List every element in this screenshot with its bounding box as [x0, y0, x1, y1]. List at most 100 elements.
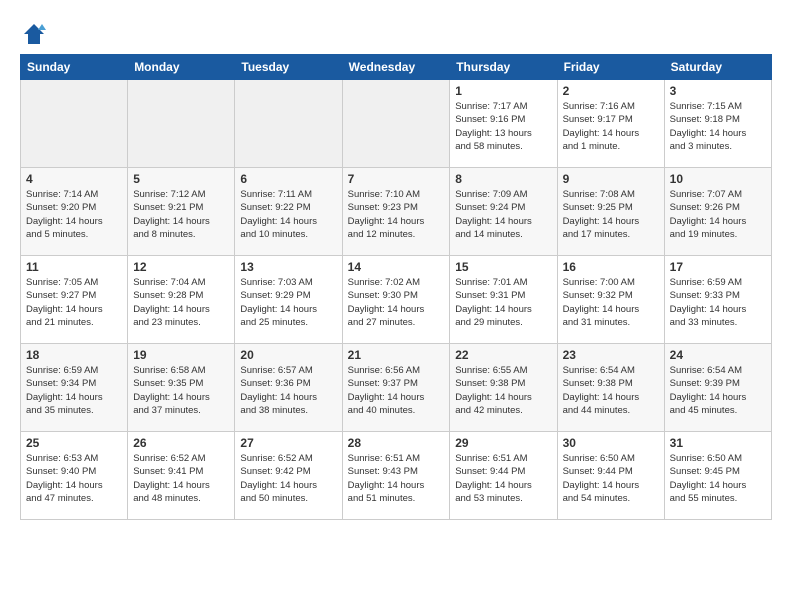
logo-icon: [20, 20, 48, 48]
calendar-cell: 27 Sunrise: 6:52 AMSunset: 9:42 PMDayligh…: [235, 432, 342, 520]
day-info: Sunrise: 7:15 AMSunset: 9:18 PMDaylight:…: [670, 100, 766, 153]
calendar-cell: 10 Sunrise: 7:07 AMSunset: 9:26 PMDayligh…: [664, 168, 771, 256]
day-info: Sunrise: 7:14 AMSunset: 9:20 PMDaylight:…: [26, 188, 122, 241]
calendar-cell: 26 Sunrise: 6:52 AMSunset: 9:41 PMDayligh…: [128, 432, 235, 520]
calendar-cell: 21 Sunrise: 6:56 AMSunset: 9:37 PMDayligh…: [342, 344, 450, 432]
day-info: Sunrise: 7:04 AMSunset: 9:28 PMDaylight:…: [133, 276, 229, 329]
col-header-tuesday: Tuesday: [235, 55, 342, 80]
calendar-cell: [235, 80, 342, 168]
col-header-thursday: Thursday: [450, 55, 557, 80]
calendar-cell: 8 Sunrise: 7:09 AMSunset: 9:24 PMDaylight…: [450, 168, 557, 256]
logo: [20, 20, 52, 48]
day-info: Sunrise: 6:52 AMSunset: 9:41 PMDaylight:…: [133, 452, 229, 505]
day-info: Sunrise: 6:59 AMSunset: 9:33 PMDaylight:…: [670, 276, 766, 329]
calendar-cell: 5 Sunrise: 7:12 AMSunset: 9:21 PMDaylight…: [128, 168, 235, 256]
page: SundayMondayTuesdayWednesdayThursdayFrid…: [0, 0, 792, 530]
calendar-cell: 19 Sunrise: 6:58 AMSunset: 9:35 PMDayligh…: [128, 344, 235, 432]
day-info: Sunrise: 6:57 AMSunset: 9:36 PMDaylight:…: [240, 364, 336, 417]
day-info: Sunrise: 6:50 AMSunset: 9:45 PMDaylight:…: [670, 452, 766, 505]
day-number: 6: [240, 172, 336, 186]
calendar-cell: 24 Sunrise: 6:54 AMSunset: 9:39 PMDayligh…: [664, 344, 771, 432]
day-info: Sunrise: 6:53 AMSunset: 9:40 PMDaylight:…: [26, 452, 122, 505]
day-info: Sunrise: 6:56 AMSunset: 9:37 PMDaylight:…: [348, 364, 445, 417]
day-info: Sunrise: 6:52 AMSunset: 9:42 PMDaylight:…: [240, 452, 336, 505]
day-number: 21: [348, 348, 445, 362]
calendar-cell: 6 Sunrise: 7:11 AMSunset: 9:22 PMDaylight…: [235, 168, 342, 256]
day-number: 7: [348, 172, 445, 186]
day-info: Sunrise: 6:54 AMSunset: 9:38 PMDaylight:…: [563, 364, 659, 417]
day-number: 27: [240, 436, 336, 450]
calendar-cell: 16Sunrise: 7:00 AMSunset: 9:32 PMDayligh…: [557, 256, 664, 344]
calendar-cell: 30 Sunrise: 6:50 AMSunset: 9:44 PMDayligh…: [557, 432, 664, 520]
day-number: 11: [26, 260, 122, 274]
day-info: Sunrise: 6:59 AMSunset: 9:34 PMDaylight:…: [26, 364, 122, 417]
day-number: 22: [455, 348, 551, 362]
day-number: 2: [563, 84, 659, 98]
calendar-cell: 29Sunrise: 6:51 AMSunset: 9:44 PMDayligh…: [450, 432, 557, 520]
calendar-cell: 4 Sunrise: 7:14 AMSunset: 9:20 PMDaylight…: [21, 168, 128, 256]
calendar-cell: 15Sunrise: 7:01 AMSunset: 9:31 PMDayligh…: [450, 256, 557, 344]
day-number: 15: [455, 260, 551, 274]
day-number: 30: [563, 436, 659, 450]
day-info: Sunrise: 6:58 AMSunset: 9:35 PMDaylight:…: [133, 364, 229, 417]
calendar-cell: 12 Sunrise: 7:04 AMSunset: 9:28 PMDayligh…: [128, 256, 235, 344]
calendar-cell: 20 Sunrise: 6:57 AMSunset: 9:36 PMDayligh…: [235, 344, 342, 432]
day-info: Sunrise: 7:09 AMSunset: 9:24 PMDaylight:…: [455, 188, 551, 241]
calendar-cell: 31 Sunrise: 6:50 AMSunset: 9:45 PMDayligh…: [664, 432, 771, 520]
day-number: 12: [133, 260, 229, 274]
col-header-wednesday: Wednesday: [342, 55, 450, 80]
day-info: Sunrise: 7:17 AMSunset: 9:16 PMDaylight:…: [455, 100, 551, 153]
day-info: Sunrise: 7:11 AMSunset: 9:22 PMDaylight:…: [240, 188, 336, 241]
calendar-cell: 11 Sunrise: 7:05 AMSunset: 9:27 PMDayligh…: [21, 256, 128, 344]
calendar-cell: [21, 80, 128, 168]
day-number: 20: [240, 348, 336, 362]
day-number: 31: [670, 436, 766, 450]
day-number: 26: [133, 436, 229, 450]
calendar-cell: [128, 80, 235, 168]
day-number: 25: [26, 436, 122, 450]
day-info: Sunrise: 7:12 AMSunset: 9:21 PMDaylight:…: [133, 188, 229, 241]
header: [20, 20, 772, 48]
calendar-cell: 1 Sunrise: 7:17 AMSunset: 9:16 PMDaylight…: [450, 80, 557, 168]
calendar-cell: 17 Sunrise: 6:59 AMSunset: 9:33 PMDayligh…: [664, 256, 771, 344]
calendar-cell: 25 Sunrise: 6:53 AMSunset: 9:40 PMDayligh…: [21, 432, 128, 520]
col-header-sunday: Sunday: [21, 55, 128, 80]
calendar-cell: 22 Sunrise: 6:55 AMSunset: 9:38 PMDayligh…: [450, 344, 557, 432]
day-number: 10: [670, 172, 766, 186]
day-number: 16: [563, 260, 659, 274]
calendar: SundayMondayTuesdayWednesdayThursdayFrid…: [20, 54, 772, 520]
day-number: 23: [563, 348, 659, 362]
col-header-monday: Monday: [128, 55, 235, 80]
day-number: 14: [348, 260, 445, 274]
calendar-cell: 9Sunrise: 7:08 AMSunset: 9:25 PMDaylight…: [557, 168, 664, 256]
calendar-cell: 28Sunrise: 6:51 AMSunset: 9:43 PMDayligh…: [342, 432, 450, 520]
calendar-cell: 3 Sunrise: 7:15 AMSunset: 9:18 PMDaylight…: [664, 80, 771, 168]
day-info: Sunrise: 7:03 AMSunset: 9:29 PMDaylight:…: [240, 276, 336, 329]
day-number: 13: [240, 260, 336, 274]
day-number: 29: [455, 436, 551, 450]
calendar-cell: 13 Sunrise: 7:03 AMSunset: 9:29 PMDayligh…: [235, 256, 342, 344]
day-info: Sunrise: 7:10 AMSunset: 9:23 PMDaylight:…: [348, 188, 445, 241]
day-number: 4: [26, 172, 122, 186]
day-number: 17: [670, 260, 766, 274]
day-number: 8: [455, 172, 551, 186]
day-info: Sunrise: 6:54 AMSunset: 9:39 PMDaylight:…: [670, 364, 766, 417]
day-info: Sunrise: 6:51 AMSunset: 9:43 PMDaylight:…: [348, 452, 445, 505]
day-number: 3: [670, 84, 766, 98]
day-number: 1: [455, 84, 551, 98]
calendar-cell: 14 Sunrise: 7:02 AMSunset: 9:30 PMDayligh…: [342, 256, 450, 344]
day-number: 24: [670, 348, 766, 362]
col-header-saturday: Saturday: [664, 55, 771, 80]
col-header-friday: Friday: [557, 55, 664, 80]
day-info: Sunrise: 7:08 AMSunset: 9:25 PMDaylight:…: [563, 188, 659, 241]
day-info: Sunrise: 7:07 AMSunset: 9:26 PMDaylight:…: [670, 188, 766, 241]
day-info: Sunrise: 7:02 AMSunset: 9:30 PMDaylight:…: [348, 276, 445, 329]
day-info: Sunrise: 7:05 AMSunset: 9:27 PMDaylight:…: [26, 276, 122, 329]
day-number: 18: [26, 348, 122, 362]
day-info: Sunrise: 6:50 AMSunset: 9:44 PMDaylight:…: [563, 452, 659, 505]
day-info: Sunrise: 6:55 AMSunset: 9:38 PMDaylight:…: [455, 364, 551, 417]
calendar-cell: [342, 80, 450, 168]
calendar-cell: 23 Sunrise: 6:54 AMSunset: 9:38 PMDayligh…: [557, 344, 664, 432]
day-number: 5: [133, 172, 229, 186]
day-number: 19: [133, 348, 229, 362]
